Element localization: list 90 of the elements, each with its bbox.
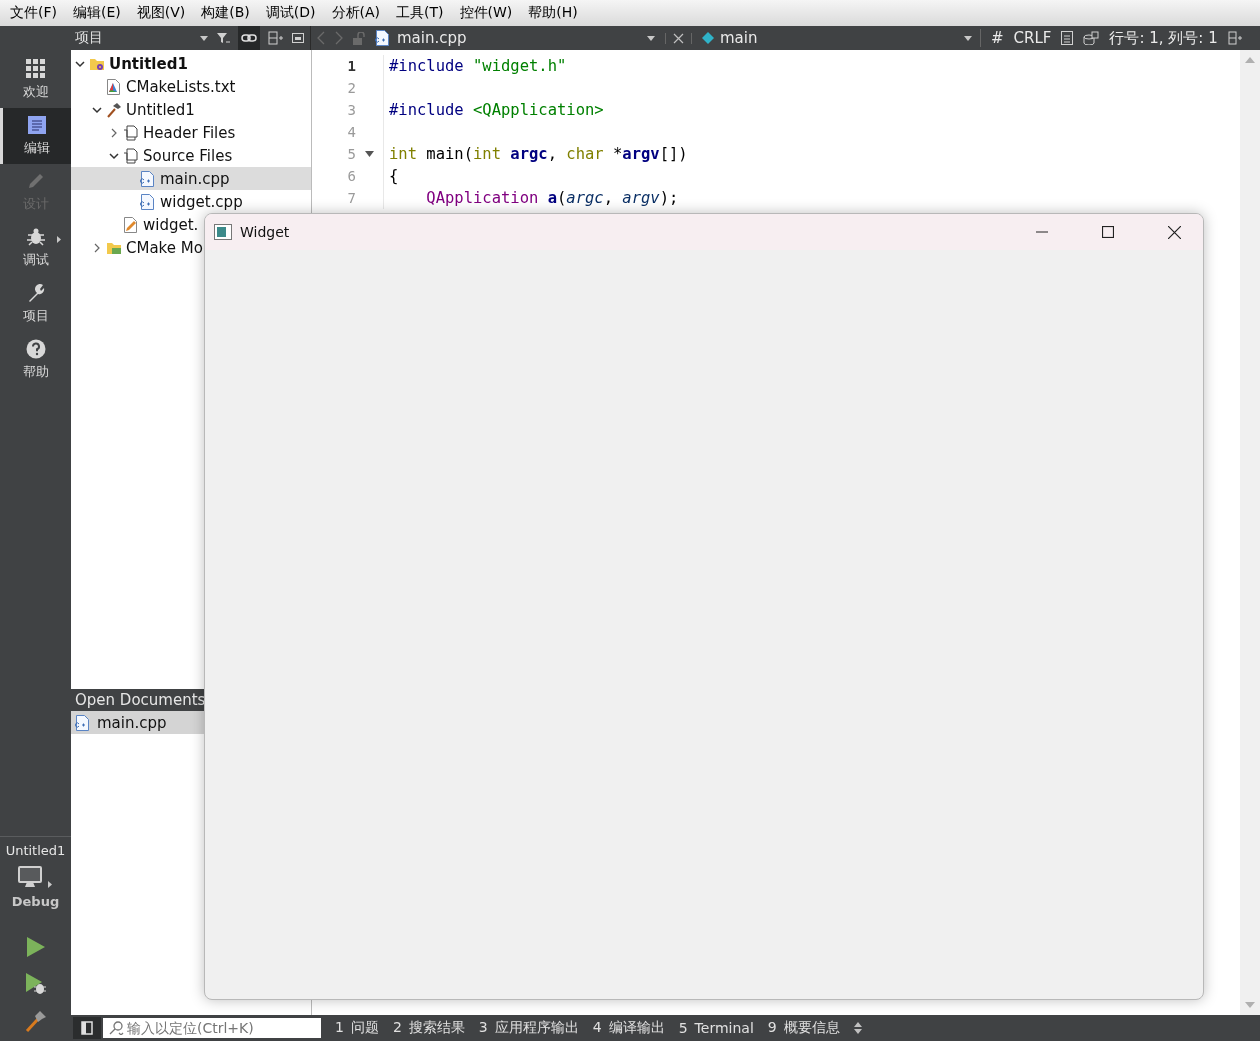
diamond-icon (702, 32, 714, 44)
dropdown-icon (964, 35, 972, 41)
tree-item[interactable]: Header Files (71, 121, 311, 144)
bug-icon (25, 227, 46, 247)
up-down-icon[interactable] (853, 1022, 862, 1034)
output-tab[interactable]: 3 应用程序输出 (478, 1019, 579, 1037)
cpp-file-icon (375, 30, 391, 46)
output-tab[interactable]: 9 概要信息 (767, 1019, 840, 1037)
dropdown-icon[interactable] (200, 35, 208, 41)
filter-icon[interactable] (216, 31, 230, 45)
line-number: 1 (346, 58, 356, 74)
pencil-file-icon (123, 216, 139, 233)
document-icon (27, 115, 47, 135)
chevron-down-icon[interactable] (92, 104, 102, 115)
line-number: 7 (346, 190, 356, 206)
cursor-position[interactable]: 行号: 1, 列号: 1 (1109, 28, 1218, 48)
line-number: 5 (346, 146, 356, 162)
database-icon[interactable] (1083, 31, 1100, 45)
cpp-file-icon (75, 714, 91, 731)
output-tab[interactable]: 2 搜索结果 (392, 1019, 465, 1037)
split-icon[interactable] (268, 31, 284, 45)
tree-item[interactable]: Untitled1 (71, 98, 311, 121)
folder-copy-icon (123, 147, 139, 164)
debug-run-icon[interactable] (24, 972, 47, 996)
code-line: QApplication a(argc, argv); (425, 189, 679, 207)
caret-icon (48, 881, 53, 888)
file-selector[interactable]: main.cpp (375, 29, 655, 47)
tree-item[interactable]: CMakeLists.txt (71, 75, 311, 98)
sidebar-toggle-icon[interactable] (73, 1017, 101, 1039)
panel-title: 项目 (75, 29, 103, 47)
menu-item[interactable]: 工具(T) (388, 4, 452, 22)
search-field[interactable]: 输入以定位(Ctrl+K) (103, 1018, 321, 1038)
link-icon[interactable] (238, 26, 260, 50)
code-line: { (388, 167, 399, 185)
tree-item[interactable]: Untitled1 (71, 52, 311, 75)
line-number: 6 (346, 168, 356, 184)
mode-button[interactable]: 编辑 (0, 108, 71, 164)
maximize-icon[interactable] (1102, 226, 1114, 238)
kit-selector[interactable]: Debug (11, 866, 60, 909)
code-line: #include <QApplication> (388, 101, 604, 119)
symbol-selector[interactable]: main (702, 29, 981, 47)
close-icon[interactable] (1168, 225, 1181, 239)
triangle-file-icon (106, 78, 122, 95)
mode-button[interactable]: 欢迎 (0, 52, 71, 108)
menu-item[interactable]: 构建(B) (193, 4, 258, 22)
mode-button[interactable]: 项目 (0, 276, 71, 332)
mode-button[interactable]: 帮助 (0, 332, 71, 388)
hammer-icon (106, 101, 122, 118)
output-tab[interactable]: 1 问题 (335, 1019, 379, 1037)
chevron-down-icon[interactable] (109, 150, 119, 161)
indent-button[interactable]: # (991, 29, 1004, 47)
menu-item[interactable]: 调试(D) (257, 4, 324, 22)
output-tab[interactable]: 4 编译输出 (592, 1019, 665, 1037)
window-title: Widget (240, 224, 290, 240)
split-icon[interactable] (1227, 31, 1242, 45)
grid-icon (25, 59, 46, 79)
dropdown-icon (647, 35, 655, 41)
window-icon (214, 224, 232, 240)
document-icon[interactable] (1061, 31, 1074, 45)
hammer-icon[interactable] (24, 1010, 47, 1032)
chevron-right-icon[interactable] (92, 242, 102, 253)
code-line: int main(int argc, char *argv[]) (388, 145, 688, 163)
menu-item[interactable]: 分析(A) (323, 4, 389, 22)
project-name: Untitled1 (5, 843, 66, 858)
output-tab[interactable]: 5 Terminal (678, 1020, 754, 1036)
line-number: 2 (346, 80, 356, 96)
line-number: 3 (346, 102, 356, 118)
tree-item[interactable]: main.cpp (71, 167, 311, 190)
menu-item[interactable]: 编辑(E) (65, 4, 129, 22)
code-line: #include "widget.h" (388, 57, 567, 75)
run-icon[interactable] (25, 936, 46, 958)
tree-item[interactable]: widget.cpp (71, 190, 311, 213)
cpp-file-icon (140, 170, 156, 187)
menu-item[interactable]: 文件(F) (2, 4, 65, 22)
menu-item[interactable]: 帮助(H) (520, 4, 586, 22)
line-ending-button[interactable]: CRLF (1013, 29, 1052, 47)
tree-item[interactable]: Source Files (71, 144, 311, 167)
search-icon (109, 1021, 125, 1035)
chevron-right-icon[interactable] (109, 127, 119, 138)
monitor-icon (18, 866, 43, 888)
cpp-file-icon (140, 193, 156, 210)
menu-item[interactable]: 控件(W) (451, 4, 521, 22)
help-icon (25, 339, 46, 359)
fold-icon[interactable] (365, 151, 374, 157)
chevron-down-icon[interactable] (75, 58, 85, 69)
mode-button[interactable]: 调试 (0, 220, 71, 276)
line-number: 4 (346, 124, 356, 140)
folder-copy-icon (123, 124, 139, 141)
panel-close-icon[interactable] (292, 33, 304, 43)
menu-item[interactable]: 视图(V) (128, 4, 194, 22)
